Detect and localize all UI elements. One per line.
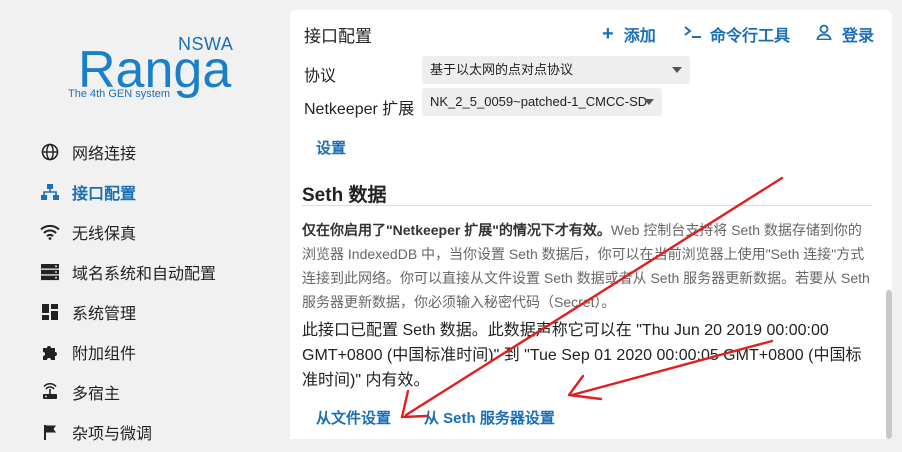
protocol-select[interactable]: 基于以太网的点对点协议: [422, 56, 690, 84]
brand-tagline: The 4th GEN system: [68, 88, 171, 100]
sidebar-item-network[interactable]: 网络连接: [40, 132, 216, 172]
seth-heading: Seth 数据: [302, 185, 387, 206]
terminal-icon: [684, 25, 702, 44]
sidebar-item-label: 网络连接: [72, 146, 137, 163]
sidebar-item-addons[interactable]: 附加组件: [40, 332, 216, 372]
netkeeper-label: Netkeeper 扩展: [304, 101, 415, 118]
protocol-value: 基于以太网的点对点协议: [430, 62, 574, 77]
cli-tool-label: 命令行工具: [710, 28, 791, 45]
sidebar-item-label: 杂项与微调: [72, 426, 153, 443]
plus-icon: +: [602, 23, 614, 45]
page-title: 接口配置: [304, 27, 372, 46]
header: 接口配置 + 添加 命令行工具 登录: [290, 10, 892, 56]
dashboard-icon: [40, 302, 60, 322]
sidebar-item-label: 系统管理: [72, 306, 137, 323]
scrollbar[interactable]: [886, 290, 892, 439]
add-button[interactable]: + 添加: [602, 22, 656, 46]
sidebar-item-interface[interactable]: 接口配置: [40, 172, 216, 212]
brand-logo[interactable]: NSWA Ranga The 4th GEN system: [66, 32, 236, 112]
seth-info: 此接口已配置 Seth 数据。此数据声称它可以在 "Thu Jun 20 201…: [302, 322, 862, 389]
sidebar-item-label: 多宿主: [72, 386, 121, 403]
globe-icon: [40, 142, 60, 162]
user-icon: [816, 24, 832, 45]
login-label: 登录: [842, 28, 875, 45]
seth-description-bold: 仅在你启用了"Netkeeper 扩展"的情况下才有效。: [302, 222, 611, 238]
sidebar-item-wifi[interactable]: 无线保真: [40, 212, 216, 252]
settings-link[interactable]: 设置: [316, 137, 346, 158]
sidebar-item-multihoming[interactable]: 多宿主: [40, 372, 216, 412]
cli-tool-button[interactable]: 命令行工具: [684, 22, 790, 46]
puzzle-icon: [40, 342, 60, 362]
network-tree-icon: [40, 182, 60, 202]
sidebar-item-label: 接口配置: [72, 186, 137, 203]
server-icon: [40, 262, 60, 282]
divider: [302, 205, 872, 206]
set-from-file-button[interactable]: 从文件设置: [316, 407, 391, 428]
router-icon: [40, 382, 60, 402]
flag-icon: [40, 422, 60, 442]
protocol-label: 协议: [304, 68, 337, 85]
main-panel: 接口配置 + 添加 命令行工具 登录 协议 基于以太网的点对点协议 Netkee…: [290, 10, 892, 439]
login-button[interactable]: 登录: [816, 22, 874, 46]
sidebar-item-system[interactable]: 系统管理: [40, 292, 216, 332]
add-button-label: 添加: [623, 28, 656, 45]
sidebar-item-label: 无线保真: [72, 226, 137, 243]
netkeeper-select[interactable]: NK_2_5_0059~patched-1_CMCC-SD: [422, 88, 662, 116]
chevron-down-icon: [644, 99, 654, 105]
wifi-icon: [40, 222, 60, 242]
sidebar-item-misc[interactable]: 杂项与微调: [40, 412, 216, 452]
sidebar-item-label: 域名系统和自动配置: [72, 266, 217, 283]
sidebar-item-dns[interactable]: 域名系统和自动配置: [40, 252, 216, 292]
sidebar-nav: 网络连接 接口配置 无线保真 域名系统和自动配置 系统管理 附加组件 多宿主 杂…: [40, 132, 216, 452]
sidebar: NSWA Ranga The 4th GEN system 网络连接 接口配置 …: [0, 0, 290, 443]
netkeeper-value: NK_2_5_0059~patched-1_CMCC-SD: [430, 94, 648, 109]
sidebar-item-label: 附加组件: [72, 346, 137, 363]
seth-description: 仅在你启用了"Netkeeper 扩展"的情况下才有效。Web 控制台支持将 S…: [302, 218, 872, 314]
set-from-server-button[interactable]: 从 Seth 服务器设置: [424, 407, 555, 428]
chevron-down-icon: [672, 67, 682, 73]
